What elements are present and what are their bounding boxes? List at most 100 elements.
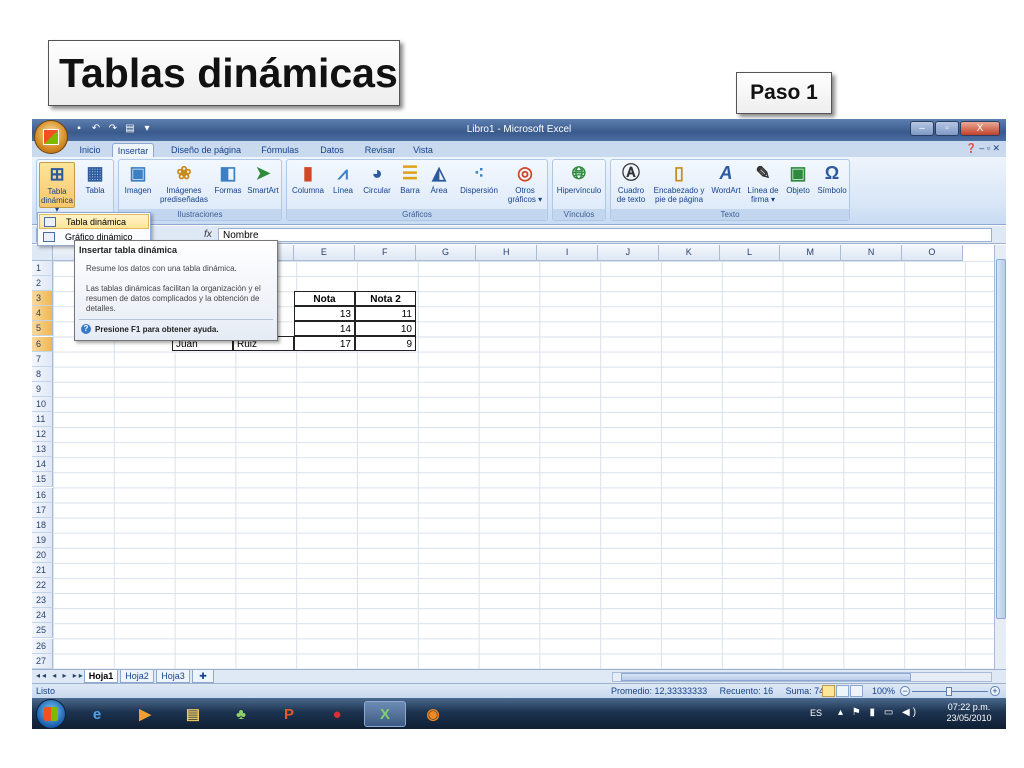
clock[interactable]: 07:22 p.m. 23/05/2010 <box>938 702 1000 724</box>
imagenes-prediseñadas-button[interactable]: ❀ Imágenes prediseñadas <box>157 162 211 205</box>
tab-datos[interactable]: Datos <box>318 143 346 157</box>
column-header[interactable]: I <box>537 245 598 261</box>
sheet-tab-hoja3[interactable]: Hoja3 <box>156 670 190 683</box>
row-header[interactable]: 21 <box>32 563 53 579</box>
column-header[interactable]: G <box>415 245 477 261</box>
people-app-icon[interactable]: ♣ <box>220 701 262 727</box>
row-header[interactable]: 24 <box>32 608 53 624</box>
cell-E6[interactable]: 17 <box>294 336 355 352</box>
page-layout-view-icon[interactable] <box>836 685 849 697</box>
barra-button[interactable]: ☰ Barra <box>397 162 423 196</box>
help-icon[interactable]: ❓ <box>965 143 976 153</box>
row-header[interactable]: 12 <box>32 427 53 443</box>
insert-sheet-icon[interactable]: ✚ <box>192 670 214 683</box>
row-header[interactable]: 6 <box>32 336 53 352</box>
zoom-out-icon[interactable]: − <box>900 686 910 696</box>
column-header[interactable]: N <box>841 245 902 261</box>
row-header[interactable]: 9 <box>32 381 53 397</box>
zoom-slider[interactable]: − + <box>900 686 1000 697</box>
horizontal-scrollbar[interactable] <box>612 672 992 682</box>
row-header[interactable]: 22 <box>32 578 53 594</box>
file-explorer-icon[interactable]: ▤ <box>172 701 214 727</box>
formula-input[interactable]: Nombre <box>218 228 992 242</box>
linea-firma-button[interactable]: ✎ Línea de firma ▾ <box>745 162 781 205</box>
tab-revisar[interactable]: Revisar <box>364 143 396 157</box>
cell-E4[interactable]: 13 <box>294 306 355 322</box>
cell-F3[interactable]: Nota 2 <box>355 291 416 307</box>
ribbon-restore-icon[interactable]: ▫ <box>987 143 990 153</box>
internet-explorer-icon[interactable]: e <box>76 701 118 727</box>
vertical-scrollbar[interactable] <box>994 245 1006 669</box>
column-header[interactable]: L <box>719 245 781 261</box>
column-header[interactable]: H <box>476 245 538 261</box>
fx-icon[interactable]: fx <box>204 229 212 240</box>
row-header[interactable]: 20 <box>32 547 53 563</box>
page-break-view-icon[interactable] <box>850 685 863 697</box>
minimize-button[interactable]: – <box>910 121 934 136</box>
firefox-icon[interactable]: ◉ <box>412 701 454 727</box>
encabezado-button[interactable]: ▯ Encabezado y pie de página <box>651 162 707 205</box>
tray-icons[interactable]: ▴ ⚑ ▮ ▭ ◀) <box>838 707 916 718</box>
column-header[interactable]: F <box>354 245 416 261</box>
row-header[interactable]: 10 <box>32 396 53 412</box>
row-header[interactable]: 15 <box>32 472 53 488</box>
vertical-scroll-thumb[interactable] <box>996 259 1006 619</box>
row-header[interactable]: 11 <box>32 412 53 428</box>
ribbon-minimize-icon[interactable]: – <box>979 143 984 153</box>
imagen-button[interactable]: ▣ Imagen <box>121 162 155 196</box>
language-indicator[interactable]: ES <box>810 708 830 718</box>
cell-F5[interactable]: 10 <box>355 321 416 337</box>
tabla-dinamica-button[interactable]: ⊞ Tabla dinámica ▾ <box>39 162 75 214</box>
tab-inicio[interactable]: Inicio <box>76 143 104 157</box>
media-player-icon[interactable]: ▶ <box>124 701 166 727</box>
normal-view-icon[interactable] <box>822 685 835 697</box>
column-header[interactable]: O <box>902 245 963 261</box>
otros-graficos-button[interactable]: ◎ Otros gráficos ▾ <box>505 162 545 205</box>
tab-insertar[interactable]: Insertar <box>112 143 154 157</box>
row-header[interactable]: 2 <box>32 276 53 292</box>
circular-button[interactable]: ◕ Circular <box>359 162 395 196</box>
row-header[interactable]: 7 <box>32 351 53 367</box>
office-button[interactable] <box>34 120 68 154</box>
column-header[interactable]: M <box>780 245 842 261</box>
excel-taskbar-icon[interactable]: X <box>364 701 406 727</box>
row-header[interactable]: 5 <box>32 321 53 337</box>
tab-diseno-pagina[interactable]: Diseño de página <box>168 143 244 157</box>
zoom-in-icon[interactable]: + <box>990 686 1000 696</box>
row-header[interactable]: 14 <box>32 457 53 473</box>
cell-F4[interactable]: 11 <box>355 306 416 322</box>
objeto-button[interactable]: ▣ Objeto <box>783 162 813 196</box>
row-header[interactable]: 4 <box>32 306 53 322</box>
row-header[interactable]: 19 <box>32 532 53 548</box>
zoom-level[interactable]: 100% <box>872 686 895 696</box>
horizontal-scroll-thumb[interactable] <box>621 673 911 681</box>
cell-E5[interactable]: 14 <box>294 321 355 337</box>
formas-button[interactable]: ◧ Formas <box>213 162 243 196</box>
sheet-nav-arrows-icon[interactable]: ◂◂ ◂ ▸ ▸▸ <box>36 671 85 680</box>
select-all-corner[interactable] <box>32 245 53 261</box>
hipervinculo-button[interactable]: 🌐︎ Hipervínculo <box>554 162 604 196</box>
tab-formulas[interactable]: Fórmulas <box>260 143 300 157</box>
simbolo-button[interactable]: Ω Símbolo <box>815 162 849 196</box>
row-header[interactable]: 25 <box>32 623 53 639</box>
area-button[interactable]: ◭ Área <box>425 162 453 196</box>
cell-E3[interactable]: Nota <box>294 291 355 307</box>
smartart-button[interactable]: ➤ SmartArt <box>245 162 281 196</box>
row-header[interactable]: 17 <box>32 502 53 518</box>
menu-item-tabla-dinamica[interactable]: Tabla dinámica <box>39 214 149 229</box>
sheet-tab-hoja2[interactable]: Hoja2 <box>120 670 154 683</box>
dispersion-button[interactable]: ⁖ Dispersión <box>455 162 503 196</box>
row-header[interactable]: 27 <box>32 653 53 669</box>
column-header[interactable]: J <box>598 245 659 261</box>
column-header[interactable]: E <box>294 245 355 261</box>
row-header[interactable]: 26 <box>32 638 53 654</box>
cuadro-texto-button[interactable]: Ⓐ Cuadro de texto <box>613 162 649 205</box>
sheet-tab-hoja1[interactable]: Hoja1 <box>84 670 118 683</box>
red-app-icon[interactable]: ● <box>316 701 358 727</box>
ribbon-close-icon[interactable]: ✕ <box>992 143 1000 153</box>
zoom-knob[interactable] <box>946 687 952 696</box>
row-header[interactable]: 13 <box>32 442 53 458</box>
row-header[interactable]: 23 <box>32 593 53 609</box>
column-header[interactable]: K <box>658 245 720 261</box>
row-header[interactable]: 18 <box>32 517 53 533</box>
